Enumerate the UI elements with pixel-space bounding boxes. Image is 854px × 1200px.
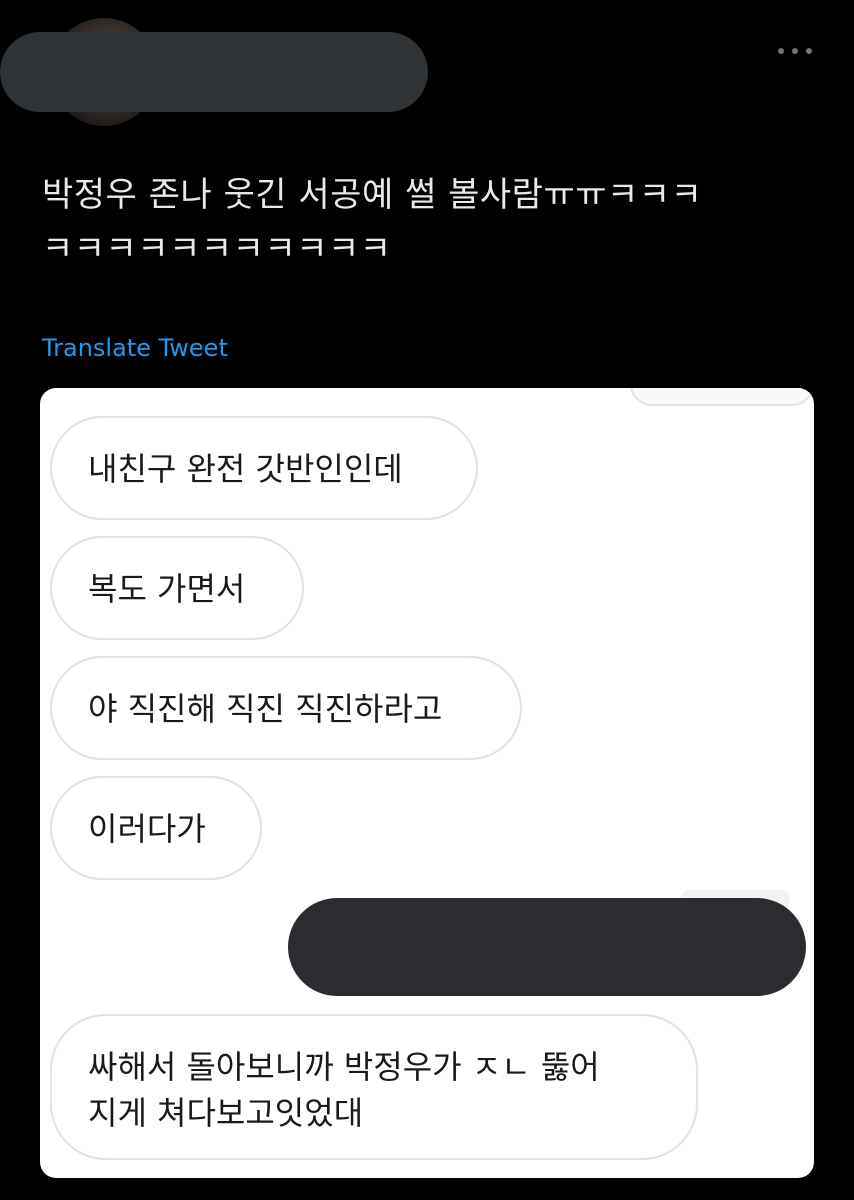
dot <box>792 48 798 54</box>
dot <box>806 48 812 54</box>
redacted-sent-bubble <box>288 898 806 996</box>
tweet-text: 박정우 존나 웃긴 서공예 썰 볼사람ㅠㅠㅋㅋㅋ ㅋㅋㅋㅋㅋㅋㅋㅋㅋㅋㅋ <box>42 168 822 276</box>
dot <box>778 48 784 54</box>
chat-bubble-3: 야 직진해 직진 직진하라고 <box>50 656 522 760</box>
chat-bubble-4: 이러다가 <box>50 776 262 880</box>
more-options-icon[interactable] <box>778 44 812 58</box>
chat-bubble-2: 복도 가면서 <box>50 536 304 640</box>
attached-image[interactable]: 내친구 완전 갓반인인데 복도 가면서 야 직진해 직진 직진하라고 이러다가 … <box>40 388 814 1178</box>
chat-bubble-5: 싸해서 돌아보니까 박정우가 ㅈㄴ 뚫어 지게 쳐다보고잇었대 <box>50 1014 698 1160</box>
translate-tweet-link[interactable]: Translate Tweet <box>42 334 228 362</box>
cropped-chat-bubble <box>630 388 814 406</box>
tweet-text-line-1: 박정우 존나 웃긴 서공예 썰 볼사람ㅠㅠㅋㅋㅋ <box>42 175 703 215</box>
chat-bubble-1: 내친구 완전 갓반인인데 <box>50 416 478 520</box>
author-name-redacted <box>0 32 428 112</box>
tweet-text-line-2: ㅋㅋㅋㅋㅋㅋㅋㅋㅋㅋㅋ <box>42 229 392 269</box>
